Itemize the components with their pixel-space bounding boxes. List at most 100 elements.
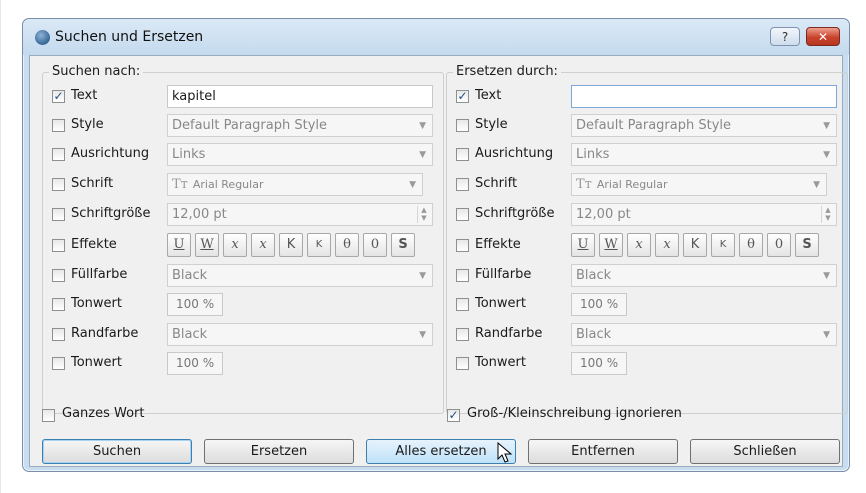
search-strokecolor-select[interactable]: Black ▼ — [167, 323, 433, 346]
search-style-select[interactable]: Default Paragraph Style ▼ — [167, 114, 433, 137]
replace-style-select[interactable]: Default Paragraph Style ▼ — [571, 114, 837, 137]
shadow-icon[interactable]: S — [391, 233, 415, 257]
dialog-body: Suchen nach: ✓ Text kapitel Style Defaul… — [29, 55, 848, 467]
shadow-icon[interactable]: S — [795, 233, 819, 257]
replace-alignment-select[interactable]: Links ▼ — [571, 143, 837, 166]
search-style-value: Default Paragraph Style — [172, 118, 328, 133]
search-fontsize-spinner[interactable]: 12,00 pt ▲ ▼ — [167, 203, 433, 226]
chevron-down-icon: ▼ — [419, 271, 426, 281]
replace-strokecolor-select[interactable]: Black ▼ — [571, 323, 837, 346]
help-button[interactable]: ? — [770, 27, 800, 46]
replace-strokecolor-checkbox[interactable] — [456, 328, 469, 341]
replace-alignment-checkbox[interactable] — [456, 148, 469, 161]
subscript-icon[interactable]: x — [223, 233, 247, 257]
replace-fillcolor-select[interactable]: Black ▼ — [571, 264, 837, 287]
outline-icon[interactable]: 0 — [767, 233, 791, 257]
search-fillcolor-label: Füllfarbe — [71, 267, 128, 282]
search-fillshade-checkbox[interactable] — [52, 298, 65, 311]
spinner-arrows-icon[interactable]: ▲ ▼ — [821, 206, 834, 223]
small-caps-icon[interactable]: K — [307, 233, 331, 257]
superscript-icon[interactable]: x — [251, 233, 275, 257]
all-caps-icon[interactable]: K — [683, 233, 707, 257]
replace-alignment-label: Ausrichtung — [475, 146, 554, 161]
small-caps-icon[interactable]: K — [711, 233, 735, 257]
chevron-down-icon: ▼ — [823, 150, 830, 160]
replace-fillcolor-checkbox[interactable] — [456, 269, 469, 282]
search-effects-checkbox[interactable] — [52, 239, 65, 252]
replace-fillshade-checkbox[interactable] — [456, 298, 469, 311]
title-bar[interactable]: Suchen und Ersetzen ? ✕ — [23, 19, 849, 55]
replace-strokecolor-value: Black — [576, 327, 612, 342]
superscript-icon[interactable]: x — [655, 233, 679, 257]
search-style-label: Style — [71, 117, 104, 132]
replace-style-value: Default Paragraph Style — [576, 118, 732, 133]
replace-fontsize-checkbox[interactable] — [456, 208, 469, 221]
replace-fillshade-spinner[interactable]: 100 % — [571, 293, 627, 316]
spinner-arrows-icon[interactable]: ▲ ▼ — [417, 206, 430, 223]
search-text-label: Text — [71, 88, 98, 103]
replace-strokeshade-checkbox[interactable] — [456, 357, 469, 370]
replace-strokeshade-spinner[interactable]: 100 % — [571, 352, 627, 375]
close-window-button[interactable]: ✕ — [806, 27, 840, 46]
replace-alignment-value: Links — [576, 147, 610, 162]
search-text-input[interactable]: kapitel — [167, 85, 433, 108]
search-strokecolor-label: Randfarbe — [71, 326, 139, 341]
search-font-checkbox[interactable] — [52, 178, 65, 191]
search-effects-label: Effekte — [71, 237, 117, 252]
search-fontsize-value: 12,00 pt — [172, 207, 227, 222]
replace-font-select[interactable]: Tт Arial Regular ▼ — [571, 173, 827, 196]
search-button[interactable]: Suchen — [42, 439, 192, 464]
replace-text-input[interactable] — [571, 85, 837, 108]
chevron-down-icon: ▼ — [419, 121, 426, 131]
search-alignment-label: Ausrichtung — [71, 146, 150, 161]
search-alignment-checkbox[interactable] — [52, 148, 65, 161]
replace-fontsize-spinner[interactable]: 12,00 pt ▲ ▼ — [571, 203, 837, 226]
strikethrough-icon[interactable]: θ — [335, 233, 359, 257]
chevron-down-icon: ▼ — [419, 330, 426, 340]
dialog-window: Suchen und Ersetzen ? ✕ Suchen nach: ✓ T… — [22, 18, 850, 472]
whole-word-checkbox[interactable] — [42, 409, 55, 422]
replace-fontsize-value: 12,00 pt — [576, 207, 631, 222]
word-underline-icon[interactable]: W — [599, 233, 623, 257]
replace-effects-checkbox[interactable] — [456, 239, 469, 252]
search-font-select[interactable]: Tт Arial Regular ▼ — [167, 173, 423, 196]
outline-icon[interactable]: 0 — [363, 233, 387, 257]
word-underline-icon[interactable]: W — [195, 233, 219, 257]
search-strokecolor-checkbox[interactable] — [52, 328, 65, 341]
ignore-case-checkbox[interactable]: ✓ — [447, 409, 460, 422]
search-fillcolor-checkbox[interactable] — [52, 269, 65, 282]
search-strokeshade-checkbox[interactable] — [52, 357, 65, 370]
search-fillshade-spinner[interactable]: 100 % — [167, 293, 223, 316]
search-style-checkbox[interactable] — [52, 119, 65, 132]
strikethrough-icon[interactable]: θ — [739, 233, 763, 257]
search-fontsize-checkbox[interactable] — [52, 208, 65, 221]
remove-button[interactable]: Entfernen — [528, 439, 678, 464]
chevron-down-icon: ▼ — [823, 271, 830, 281]
search-fillcolor-select[interactable]: Black ▼ — [167, 264, 433, 287]
search-alignment-select[interactable]: Links ▼ — [167, 143, 433, 166]
all-caps-icon[interactable]: K — [279, 233, 303, 257]
search-strokecolor-value: Black — [172, 327, 208, 342]
replace-group: Ersetzen durch: ✓ Text Style Default Par… — [446, 64, 848, 414]
subscript-icon[interactable]: x — [627, 233, 651, 257]
mouse-pointer-icon — [497, 442, 513, 463]
replace-style-checkbox[interactable] — [456, 119, 469, 132]
underline-icon[interactable]: U — [167, 233, 191, 257]
search-group: Suchen nach: ✓ Text kapitel Style Defaul… — [42, 64, 444, 414]
replace-button[interactable]: Ersetzen — [204, 439, 354, 464]
search-group-title: Suchen nach: — [49, 64, 144, 79]
search-fillshade-label: Tonwert — [71, 296, 122, 311]
font-type-icon: Tт — [172, 177, 188, 192]
underline-icon[interactable]: U — [571, 233, 595, 257]
font-type-icon: Tт — [576, 177, 592, 192]
replace-strokecolor-label: Randfarbe — [475, 326, 543, 341]
replace-font-checkbox[interactable] — [456, 178, 469, 191]
close-button[interactable]: Schließen — [690, 439, 840, 464]
search-text-checkbox[interactable]: ✓ — [52, 90, 65, 103]
whole-word-label: Ganzes Wort — [62, 406, 145, 421]
replace-text-checkbox[interactable]: ✓ — [456, 90, 469, 103]
replace-all-button[interactable]: Alles ersetzen — [366, 439, 516, 464]
search-strokeshade-spinner[interactable]: 100 % — [167, 352, 223, 375]
replace-text-label: Text — [475, 88, 502, 103]
search-font-value: Arial Regular — [192, 178, 264, 191]
